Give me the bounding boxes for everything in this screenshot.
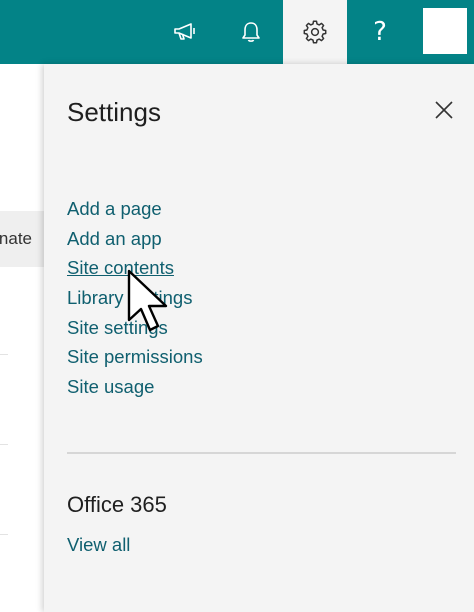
- divider: [0, 534, 8, 535]
- avatar[interactable]: [423, 8, 467, 54]
- library-settings-link[interactable]: Library settings: [67, 287, 192, 308]
- bell-icon: [242, 22, 260, 42]
- divider: [0, 444, 8, 445]
- close-icon: [435, 101, 453, 119]
- notifications-button[interactable]: [226, 0, 276, 64]
- megaphone-icon: [174, 23, 195, 40]
- divider: [0, 354, 8, 355]
- section-divider: [67, 452, 456, 454]
- help-icon: ?: [373, 17, 387, 47]
- panel-title: Settings: [67, 97, 161, 127]
- settings-panel: Settings Add a page Add an app Site cont…: [44, 64, 474, 612]
- command-bar-item[interactable]: nate: [0, 211, 44, 267]
- close-button[interactable]: [428, 94, 460, 126]
- command-bar-item-label: nate: [0, 229, 32, 248]
- help-button[interactable]: ?: [356, 0, 404, 64]
- site-contents-link[interactable]: Site contents: [67, 257, 174, 278]
- add-app-link[interactable]: Add an app: [67, 228, 162, 249]
- site-usage-link[interactable]: Site usage: [67, 376, 154, 397]
- add-page-link[interactable]: Add a page: [67, 198, 162, 219]
- office-section-title: Office 365: [67, 492, 167, 517]
- site-permissions-link[interactable]: Site permissions: [67, 346, 203, 367]
- site-settings-link[interactable]: Site settings: [67, 317, 168, 338]
- view-all-link[interactable]: View all: [67, 534, 130, 556]
- settings-button[interactable]: [283, 0, 347, 64]
- megaphone-button[interactable]: [160, 0, 210, 64]
- settings-links: Add a page Add an app Site contents Libr…: [67, 194, 203, 402]
- page-background: [0, 64, 44, 612]
- gear-icon: [303, 20, 327, 44]
- suite-header: ?: [0, 0, 474, 64]
